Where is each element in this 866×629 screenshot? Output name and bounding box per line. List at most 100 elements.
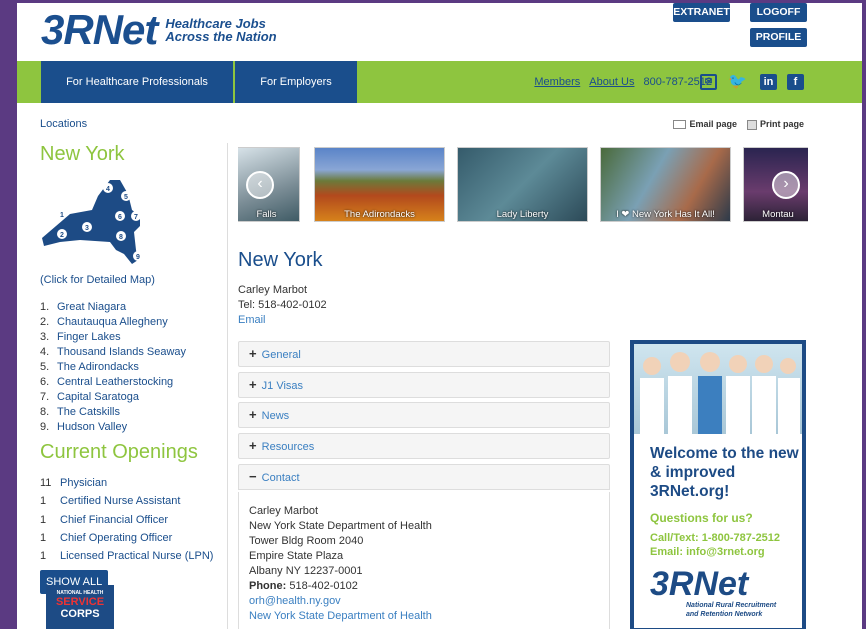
facebook-icon[interactable]: f	[787, 74, 804, 90]
map-region-number: 6	[118, 214, 122, 221]
opening-item[interactable]: 1 Licensed Practical Nurse (LPN)	[40, 547, 230, 565]
region-item[interactable]: 4. Thousand Islands Seaway	[40, 345, 230, 360]
opening-title: Licensed Practical Nurse (LPN)	[60, 550, 214, 563]
region-name: The Adirondacks	[57, 361, 139, 373]
accordion-j1-visas[interactable]: + J1 Visas	[238, 372, 610, 398]
opening-count: 1	[40, 550, 47, 563]
accordion-resources[interactable]: + Resources	[238, 433, 610, 459]
detail-city: Albany NY 12237-0001	[249, 565, 363, 577]
region-item[interactable]: 6. Central Leatherstocking	[40, 375, 230, 390]
opening-count: 11	[40, 477, 52, 489]
region-item[interactable]: 5. The Adirondacks	[40, 360, 230, 375]
printer-icon	[746, 119, 757, 130]
nhsc-line2: SERVICE	[55, 596, 105, 608]
opening-count: 1	[40, 495, 47, 508]
promo-ad[interactable]: Welcome to the new & improved 3RNet.org!…	[630, 340, 806, 629]
logo-tagline: Healthcare Jobs Across the Nation	[165, 17, 276, 43]
members-link[interactable]: Members	[534, 76, 580, 88]
detail-website-link[interactable]: New York State Department of Health	[249, 610, 432, 622]
map-caption-link[interactable]: (Click for Detailed Map)	[40, 274, 230, 286]
region-item[interactable]: 7. Capital Saratoga	[40, 390, 230, 405]
print-page-link[interactable]: Print page	[746, 119, 804, 130]
carousel-slide[interactable]: I ❤ New York Has It All!	[600, 147, 731, 222]
profile-button[interactable]: PROFILE	[750, 28, 807, 47]
mail-icon[interactable]: ✉	[700, 74, 717, 90]
nhsc-logo[interactable]: NATIONAL HEALTH SERVICE CORPS	[46, 585, 114, 629]
map-region-number: 7	[134, 214, 138, 221]
region-item[interactable]: 9. Hudson Valley	[40, 420, 230, 435]
state-map[interactable]: 1 2 3 4 5 6 7 8 9	[40, 176, 143, 266]
accordion-news[interactable]: + News	[238, 402, 610, 428]
region-list: 1. Great Niagara 2. Chautauqua Allegheny 3. F…	[40, 300, 230, 435]
accordion-label: General	[261, 349, 301, 361]
expand-icon: +	[249, 377, 257, 392]
logo-mark: 3RNet	[41, 6, 158, 53]
ad-sub1: National Rural Recruitment	[686, 602, 777, 609]
slide-caption: Falls	[256, 209, 277, 220]
about-us-link[interactable]: About Us	[589, 76, 634, 88]
breadcrumb-locations[interactable]: Locations	[40, 118, 87, 130]
site-logo[interactable]: 3RNet Healthcare Jobs Across the Nation	[41, 8, 277, 52]
detail-name: Carley Marbot	[249, 505, 319, 517]
main-nav: For Healthcare Professionals For Employe…	[17, 61, 862, 103]
accordion-label: Contact	[261, 472, 300, 484]
map-region-number: 1	[60, 212, 64, 219]
region-item[interactable]: 1. Great Niagara	[40, 300, 230, 315]
contact-name: Carley Marbot	[238, 284, 308, 296]
map-region-number: 8	[119, 234, 123, 241]
region-name: Central Leatherstocking	[57, 376, 174, 388]
ad-email: Email: info@3rnet.org	[650, 546, 765, 558]
region-number: 6.	[40, 376, 50, 388]
carousel-next-arrow-icon[interactable]: ›	[772, 171, 800, 199]
slide-caption: I ❤ New York Has It All!	[616, 209, 715, 220]
ad-contact: Call/Text: 1-800-787-2512 Email: info@3r…	[634, 525, 802, 559]
slide-caption: Lady Liberty	[496, 209, 549, 220]
ad-welcome-text: Welcome to the new & improved 3RNet.org!	[650, 445, 799, 500]
detail-email-link[interactable]: orh@health.ny.gov	[249, 595, 341, 607]
region-number: 5.	[40, 361, 50, 373]
tagline-line2: Across the Nation	[165, 29, 277, 44]
ad-logo: 3RNet	[650, 565, 749, 603]
opening-item[interactable]: 1 Certified Nurse Assistant	[40, 492, 230, 510]
map-region-number: 2	[60, 232, 64, 239]
region-number: 1.	[40, 301, 50, 313]
page-utilities: Email page Print page	[673, 119, 804, 130]
region-number: 7.	[40, 391, 50, 403]
email-icon	[673, 120, 687, 130]
region-name: Capital Saratoga	[57, 391, 139, 403]
photo-carousel: Falls The Adirondacks Lady Liberty I ❤ N…	[238, 147, 808, 223]
region-item[interactable]: 3. Finger Lakes	[40, 330, 230, 345]
region-number: 4.	[40, 346, 50, 358]
accordion-general[interactable]: + General	[238, 341, 610, 367]
contact-email-link[interactable]: Email	[238, 314, 266, 326]
opening-item[interactable]: 1 Chief Financial Officer	[40, 511, 230, 529]
email-page-link[interactable]: Email page	[673, 119, 737, 130]
accordion-contact[interactable]: − Contact	[238, 464, 610, 490]
carousel-slide[interactable]: The Adirondacks	[314, 147, 445, 222]
detail-phone: Phone: 518-402-0102	[249, 579, 599, 594]
phone-label: Phone:	[249, 580, 287, 592]
linkedin-icon[interactable]: in	[760, 74, 777, 90]
region-item[interactable]: 2. Chautauqua Allegheny	[40, 315, 230, 330]
twitter-icon[interactable]: 🐦	[728, 74, 747, 90]
expand-icon: +	[249, 438, 257, 453]
carousel-prev-arrow-icon[interactable]: ‹	[246, 171, 274, 199]
left-column: New York 1 2 3 4 5 6 7 8 9 (Click for Detailed M…	[40, 143, 230, 595]
nav-employers[interactable]: For Employers	[235, 61, 357, 103]
ad-questions: Questions for us?	[650, 511, 753, 525]
carousel-slide[interactable]: Lady Liberty	[457, 147, 588, 222]
map-region-number: 4	[106, 186, 110, 193]
map-region-number: 3	[85, 225, 89, 232]
logoff-button[interactable]: LOGOFF	[750, 3, 807, 22]
nav-healthcare-professionals[interactable]: For Healthcare Professionals	[41, 61, 233, 103]
opening-item[interactable]: 11 Physician	[40, 474, 230, 492]
contact-detail-panel: Carley Marbot New York State Department …	[238, 492, 610, 629]
accordion-label: Resources	[261, 441, 315, 453]
region-item[interactable]: 8. The Catskills	[40, 405, 230, 420]
opening-count: 1	[40, 513, 47, 526]
opening-item[interactable]: 1 Chief Operating Officer	[40, 529, 230, 547]
slide-caption: The Adirondacks	[344, 209, 415, 220]
page: 3RNet Healthcare Jobs Across the Nation …	[17, 3, 862, 629]
extranet-button[interactable]: EXTRANET	[673, 3, 730, 22]
accordion-label: News	[261, 410, 290, 422]
